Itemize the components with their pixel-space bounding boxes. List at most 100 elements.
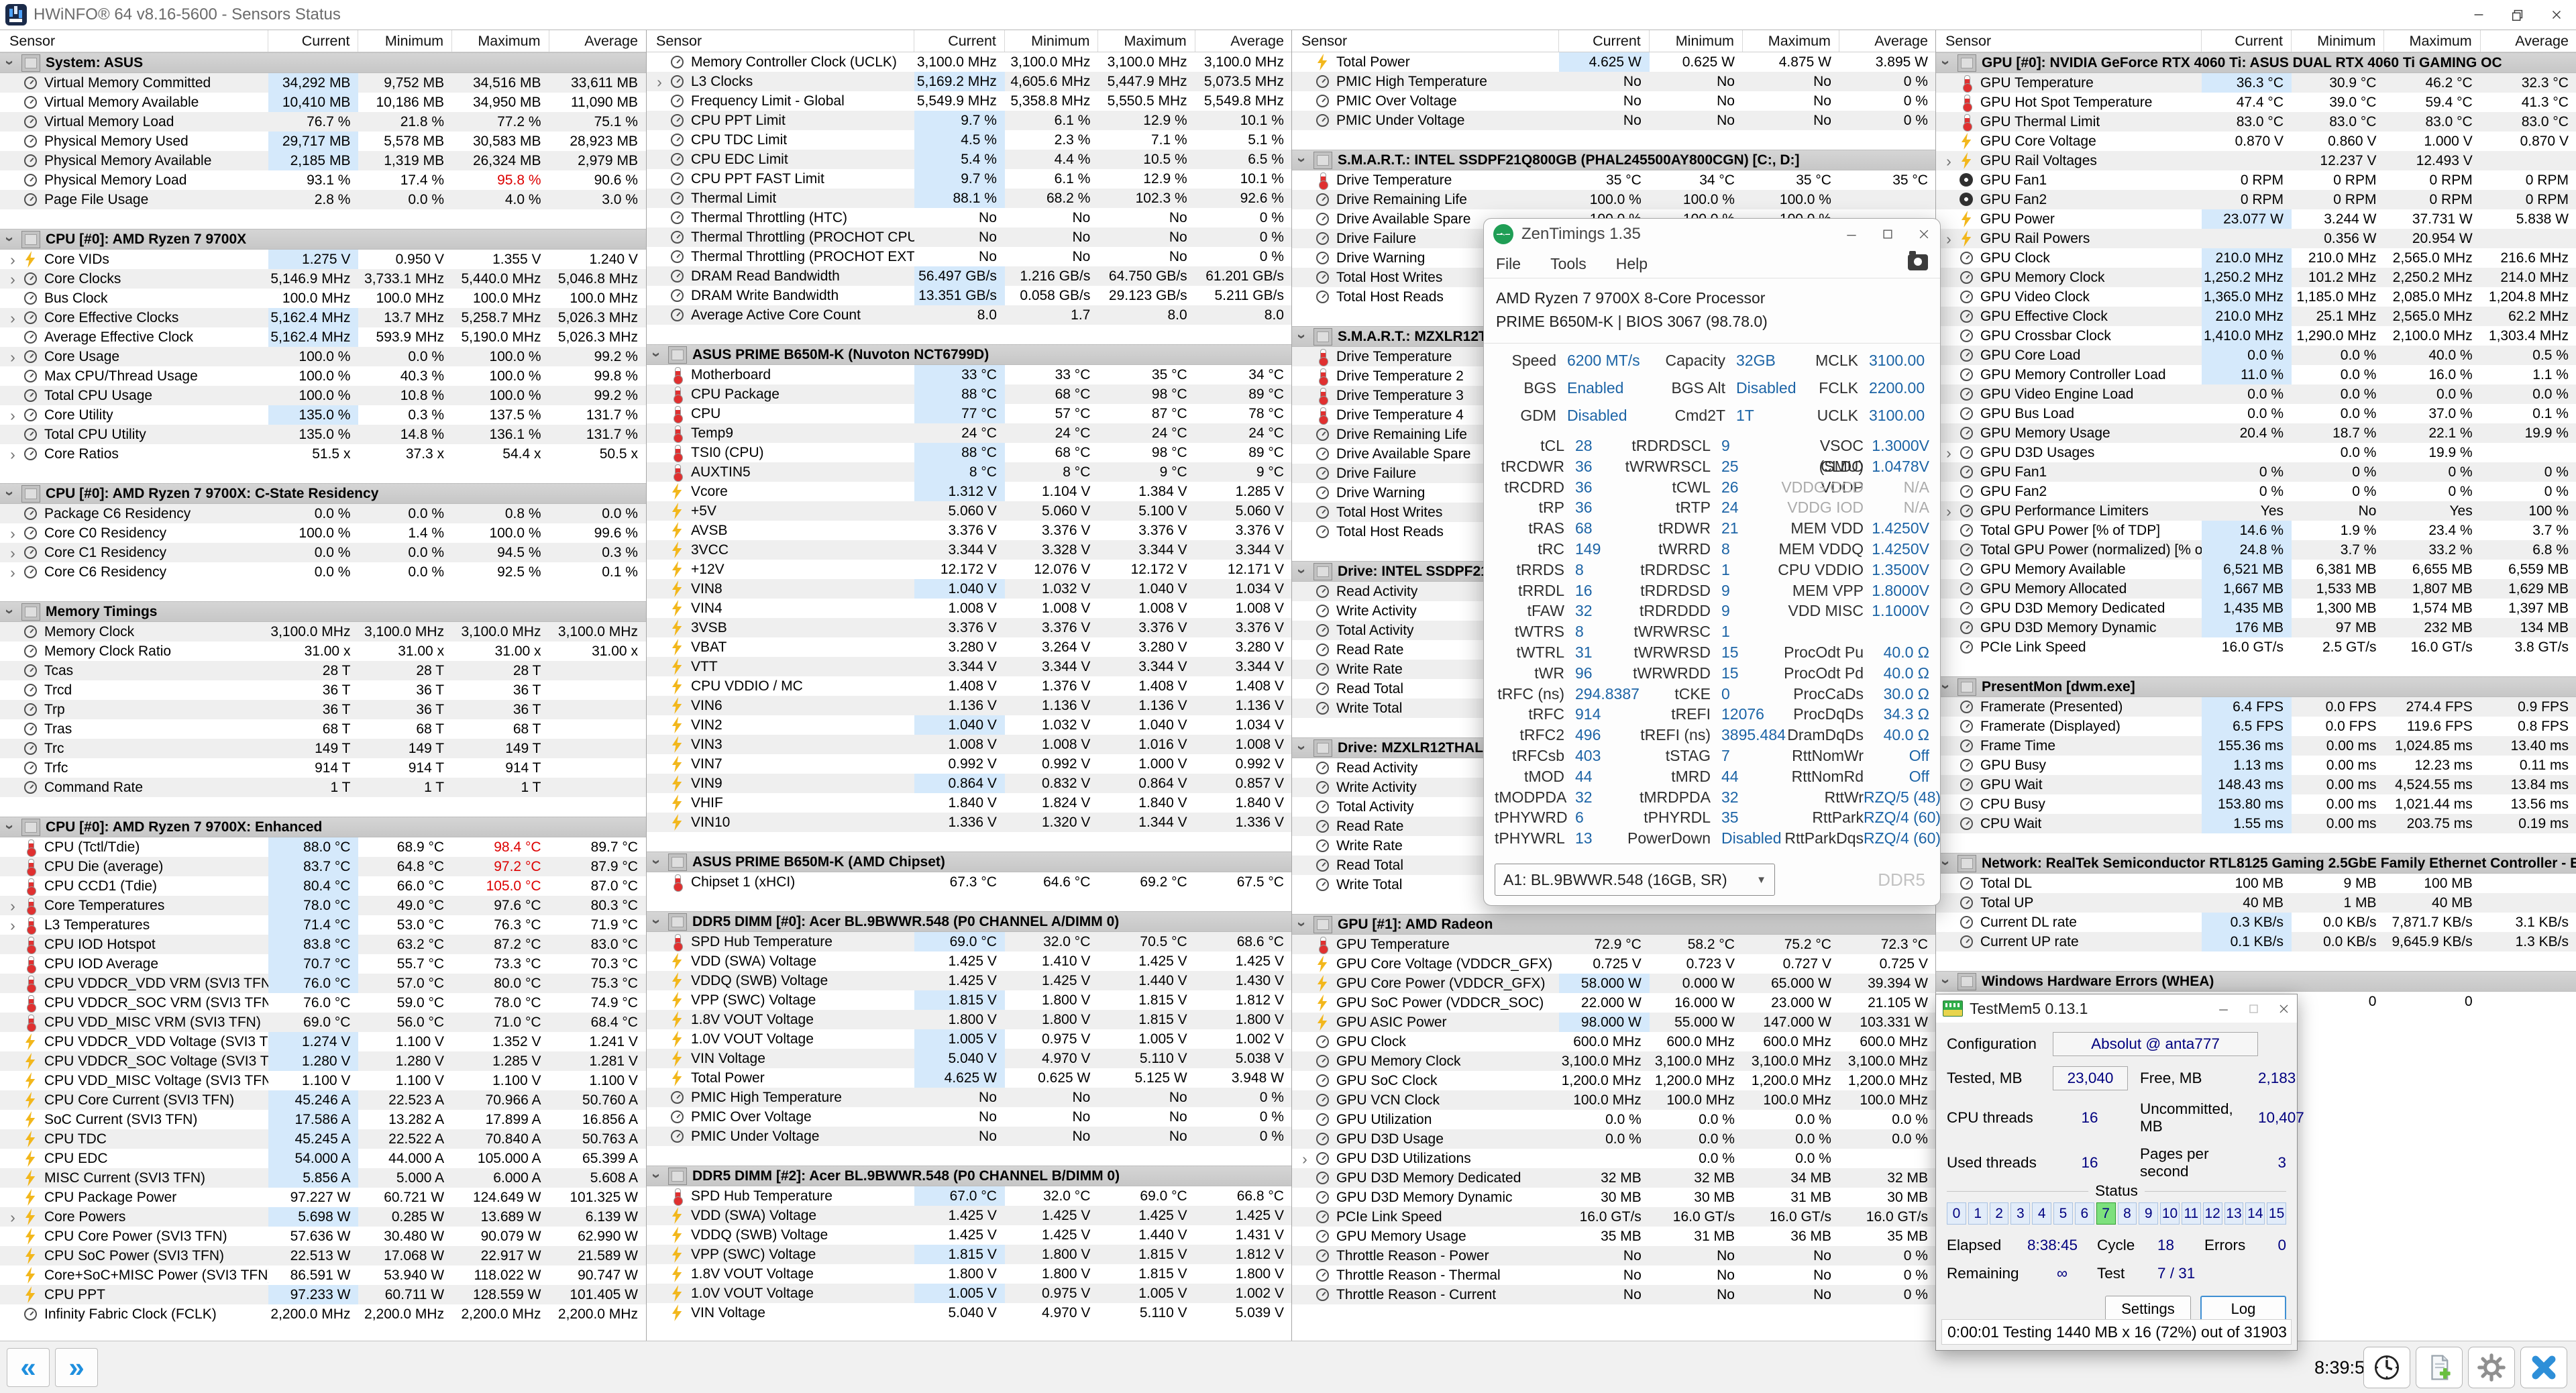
section-header[interactable]: ASUS PRIME B650M-K (Nuvoton NCT6799D) bbox=[647, 344, 1292, 365]
sensor-row[interactable]: GPU D3D Memory Dedicated32 MB32 MB34 MB3… bbox=[1292, 1168, 1936, 1188]
sensor-row[interactable]: GPU VCN Clock100.0 MHz100.0 MHz100.0 MHz… bbox=[1292, 1090, 1936, 1110]
sensor-row[interactable]: Throttle Reason - PowerNoNoNo0 % bbox=[1292, 1246, 1936, 1266]
sensor-row[interactable]: Trc149 T149 T149 T bbox=[0, 739, 646, 758]
sensor-row[interactable]: GPU Memory Usage35 MB31 MB36 MB35 MB bbox=[1292, 1227, 1936, 1246]
column-header-average[interactable]: Average bbox=[1839, 30, 1936, 52]
sensor-row[interactable]: CPU IOD Average70.7 °C55.7 °C73.3 °C70.3… bbox=[0, 954, 646, 974]
close-sensors-button[interactable] bbox=[2520, 1347, 2567, 1388]
sensor-row[interactable]: GPU Temperature72.9 °C58.2 °C75.2 °C72.3… bbox=[1292, 935, 1936, 954]
zt-maximize-icon[interactable] bbox=[1881, 227, 1894, 241]
expand-icon[interactable] bbox=[4, 348, 21, 366]
sensor-row[interactable]: GPU Memory Clock3,100.0 MHz3,100.0 MHz3,… bbox=[1292, 1051, 1936, 1071]
sensor-row[interactable]: Total CPU Utility135.0 %14.8 %136.1 %131… bbox=[0, 425, 646, 444]
sensor-row[interactable]: Drive Remaining Life100.0 %100.0 %100.0 … bbox=[1292, 190, 1936, 209]
move-right-button[interactable]: » bbox=[55, 1348, 98, 1387]
sensor-row[interactable]: Core VIDs1.275 V0.950 V1.355 V1.240 V bbox=[0, 250, 646, 269]
sensor-row[interactable]: CPU Core Power (SVI3 TFN)57.636 W30.480 … bbox=[0, 1227, 646, 1246]
sensor-row[interactable]: Infinity Fabric Clock (FCLK)2,200.0 MHz2… bbox=[0, 1304, 646, 1324]
sensor-row[interactable]: Throttle Reason - ThermalNoNoNo0 % bbox=[1292, 1266, 1936, 1285]
sensor-row[interactable]: Total Power4.625 W0.625 W4.875 W3.895 W bbox=[1292, 52, 1936, 72]
section-header[interactable]: GPU [#0]: NVIDIA GeForce RTX 4060 Ti: AS… bbox=[1936, 52, 2576, 73]
column-header-sensor[interactable]: Sensor bbox=[647, 30, 914, 52]
sensor-row[interactable]: TSI0 (CPU)88 °C68 °C98 °C89 °C bbox=[647, 443, 1292, 462]
sensor-row[interactable]: GPU Core Power (VDDCR_GFX)58.000 W0.000 … bbox=[1292, 974, 1936, 993]
sensor-row[interactable]: Thermal Throttling (PROCHOT EXT)NoNoNo0 … bbox=[647, 247, 1292, 266]
sensor-row[interactable]: GPU D3D Usage0.0 %0.0 %0.0 %0.0 % bbox=[1292, 1129, 1936, 1149]
sensor-row[interactable]: VPP (SWC) Voltage1.815 V1.800 V1.815 V1.… bbox=[647, 990, 1292, 1010]
restore-button[interactable] bbox=[2498, 0, 2537, 30]
sensor-row[interactable]: L3 Clocks5,169.2 MHz4,605.6 MHz5,447.9 M… bbox=[647, 72, 1292, 91]
sensor-row[interactable]: 3VSB3.376 V3.376 V3.376 V3.376 V bbox=[647, 618, 1292, 637]
sensor-row[interactable]: Current UP rate0.1 KB/s0.0 KB/s9,645.9 K… bbox=[1936, 932, 2576, 951]
sensor-row[interactable]: GPU D3D Memory Dynamic30 MB30 MB31 MB30 … bbox=[1292, 1188, 1936, 1207]
column-header-minimum[interactable]: Minimum bbox=[2292, 30, 2384, 52]
tested-value[interactable]: 23,040 bbox=[2053, 1066, 2128, 1090]
sensor-row[interactable]: GPU ASIC Power98.000 W55.000 W147.000 W1… bbox=[1292, 1013, 1936, 1032]
sensor-row[interactable]: SoC Current (SVI3 TFN)17.586 A13.282 A17… bbox=[0, 1110, 646, 1129]
zentimings-window[interactable]: ZenTimings 1.35 File Tools Help AMD Ryze… bbox=[1483, 218, 1941, 906]
sensor-row[interactable]: GPU Fan10 %0 %0 %0 % bbox=[1936, 462, 2576, 482]
sensor-row[interactable]: Core Utility135.0 %0.3 %137.5 %131.7 % bbox=[0, 405, 646, 425]
sensor-row[interactable]: Core Effective Clocks5,162.4 MHz13.7 MHz… bbox=[0, 308, 646, 327]
sensor-row[interactable]: Bus Clock100.0 MHz100.0 MHz100.0 MHz100.… bbox=[0, 289, 646, 308]
sensor-row[interactable]: Framerate (Presented)6.4 FPS0.0 FPS274.4… bbox=[1936, 697, 2576, 717]
section-header[interactable]: Memory Timings bbox=[0, 601, 646, 622]
sensor-row[interactable]: Virtual Memory Load76.7 %21.8 %77.2 %75.… bbox=[0, 112, 646, 132]
sensor-row[interactable]: Trp36 T36 T36 T bbox=[0, 700, 646, 719]
collapse-icon[interactable] bbox=[647, 1166, 667, 1186]
section-header[interactable]: GPU [#1]: AMD Radeon bbox=[1292, 914, 1936, 935]
sensor-row[interactable]: PMIC High TemperatureNoNoNo0 % bbox=[647, 1088, 1292, 1107]
sensor-row[interactable]: Frequency Limit - Global5,549.9 MHz5,358… bbox=[647, 91, 1292, 111]
sensor-row[interactable]: CPU Core Current (SVI3 TFN)45.246 A22.52… bbox=[0, 1090, 646, 1110]
sensor-row[interactable]: Throttle Reason - CurrentNoNoNo0 % bbox=[1292, 1285, 1936, 1304]
sensor-row[interactable]: VDD (SWA) Voltage1.425 V1.410 V1.425 V1.… bbox=[647, 951, 1292, 971]
collapse-icon[interactable] bbox=[1937, 972, 1956, 992]
camera-icon[interactable] bbox=[1908, 254, 1928, 270]
sensor-row[interactable]: CPU TDC45.245 A22.522 A70.840 A50.763 A bbox=[0, 1129, 646, 1149]
tm5-settings-button[interactable]: Settings bbox=[2105, 1296, 2191, 1323]
sensor-row[interactable]: VIN Voltage5.040 V4.970 V5.110 V5.039 V bbox=[647, 1303, 1292, 1323]
column-header-maximum[interactable]: Maximum bbox=[452, 30, 549, 52]
sensor-row[interactable]: VIN81.040 V1.032 V1.040 V1.034 V bbox=[647, 579, 1292, 599]
section-header[interactable]: PresentMon [dwm.exe] bbox=[1936, 676, 2576, 697]
sensor-row[interactable]: Average Active Core Count8.01.78.08.0 bbox=[647, 305, 1292, 325]
testmem5-titlebar[interactable]: TestMem5 0.13.1 bbox=[1936, 994, 2297, 1023]
sensor-row[interactable]: GPU Memory Usage20.4 %18.7 %22.1 %19.9 % bbox=[1936, 423, 2576, 443]
zentimings-titlebar[interactable]: ZenTimings 1.35 bbox=[1484, 219, 1940, 250]
sensor-row[interactable]: Tcas28 T28 T28 T bbox=[0, 661, 646, 680]
collapse-icon[interactable] bbox=[1, 602, 20, 622]
column-header-average[interactable]: Average bbox=[1195, 30, 1292, 52]
menu-help[interactable]: Help bbox=[1616, 255, 1648, 273]
sensor-row[interactable]: CPU VDD_MISC Voltage (SVI3 TFN)1.100 V1.… bbox=[0, 1071, 646, 1090]
expand-icon[interactable] bbox=[4, 446, 21, 463]
section-header[interactable]: CPU [#0]: AMD Ryzen 7 9700X: Enhanced bbox=[0, 817, 646, 837]
sensor-row[interactable]: Total CPU Usage100.0 %10.8 %100.0 %99.2 … bbox=[0, 386, 646, 405]
sensor-row[interactable]: VIN61.136 V1.136 V1.136 V1.136 V bbox=[647, 696, 1292, 715]
sensor-row[interactable]: Framerate (Displayed)6.5 FPS0.0 FPS119.6… bbox=[1936, 717, 2576, 736]
sensor-row[interactable]: GPU Rail Voltages12.237 V12.493 V bbox=[1936, 151, 2576, 170]
sensor-row[interactable]: CPU77 °C57 °C87 °C78 °C bbox=[647, 404, 1292, 423]
sensor-row[interactable]: GPU Core Load0.0 %0.0 %40.0 %0.5 % bbox=[1936, 346, 2576, 365]
menu-file[interactable]: File bbox=[1496, 255, 1521, 273]
expand-icon[interactable] bbox=[1296, 1150, 1313, 1168]
sensor-row[interactable]: VIN101.336 V1.320 V1.344 V1.336 V bbox=[647, 813, 1292, 832]
column-header-maximum[interactable]: Maximum bbox=[2384, 30, 2480, 52]
sensor-row[interactable]: Package C6 Residency0.0 %0.0 %0.8 %0.0 % bbox=[0, 504, 646, 523]
sensor-row[interactable]: GPU Fan10 RPM0 RPM0 RPM0 RPM bbox=[1936, 170, 2576, 190]
sensor-row[interactable]: Core Powers5.698 W0.285 W13.689 W6.139 W bbox=[0, 1207, 646, 1227]
column-header-maximum[interactable]: Maximum bbox=[1098, 30, 1195, 52]
sensor-row[interactable]: PCIe Link Speed16.0 GT/s16.0 GT/s16.0 GT… bbox=[1292, 1207, 1936, 1227]
collapse-icon[interactable] bbox=[1293, 150, 1312, 170]
sensor-row[interactable]: VIN41.008 V1.008 V1.008 V1.008 V bbox=[647, 599, 1292, 618]
sensor-row[interactable]: Total GPU Power [% of TDP]14.6 %1.9 %23.… bbox=[1936, 521, 2576, 540]
sensor-row[interactable]: CPU PPT FAST Limit9.7 %6.1 %12.9 %10.1 % bbox=[647, 169, 1292, 189]
sensor-row[interactable]: GPU Hot Spot Temperature47.4 °C39.0 °C59… bbox=[1936, 93, 2576, 112]
sensor-row[interactable]: VIN31.008 V1.008 V1.016 V1.008 V bbox=[647, 735, 1292, 754]
column-header-current[interactable]: Current bbox=[914, 30, 1005, 52]
sensor-row[interactable]: +5V5.060 V5.060 V5.100 V5.060 V bbox=[647, 501, 1292, 521]
expand-icon[interactable] bbox=[4, 1208, 21, 1226]
sensor-row[interactable]: 1.8V VOUT Voltage1.800 V1.800 V1.815 V1.… bbox=[647, 1010, 1292, 1029]
sensor-row[interactable]: CPU VDD_MISC VRM (SVI3 TFN)69.0 °C56.0 °… bbox=[0, 1013, 646, 1032]
sensor-row[interactable]: GPU Performance LimitersYesNoYes100 % bbox=[1936, 501, 2576, 521]
collapse-icon[interactable] bbox=[1, 817, 20, 837]
